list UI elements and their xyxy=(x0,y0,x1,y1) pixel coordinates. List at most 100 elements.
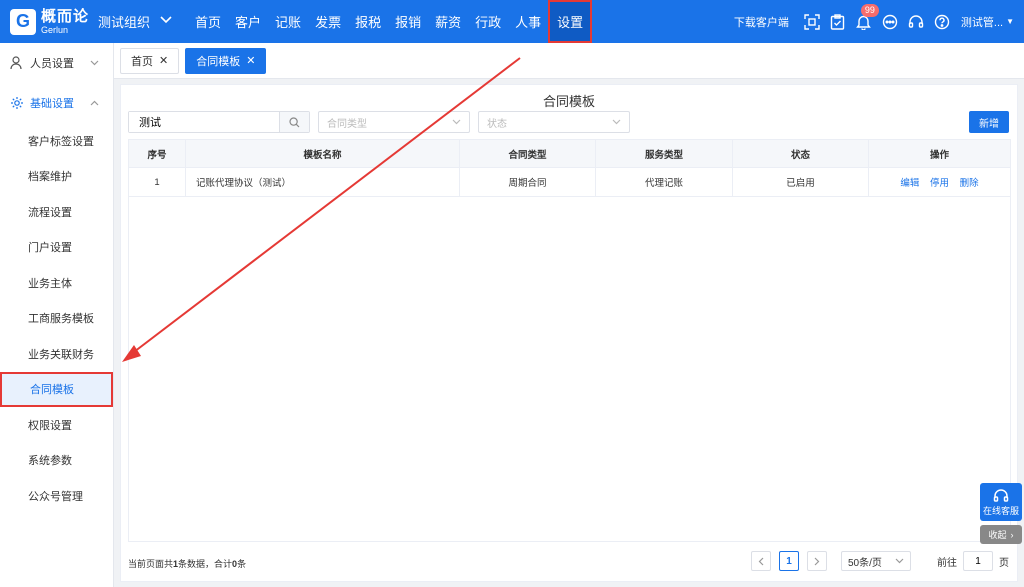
summary-text: 当前页面共 xyxy=(128,559,174,569)
brand-logo[interactable]: G 概而论 Gerlun xyxy=(10,7,98,35)
page-size-select[interactable]: 50条/页 xyxy=(841,551,911,571)
record-summary: 当前页面共1条数据，合计0条 xyxy=(128,557,246,570)
select-placeholder: 合同类型 xyxy=(327,118,367,130)
sidebar-group-basic[interactable]: 基础设置 xyxy=(0,83,113,123)
filter-bar: 合同类型 状态 xyxy=(128,111,630,133)
chevron-up-icon xyxy=(90,98,99,108)
tab-contract-template[interactable]: 合同模板 ✕ xyxy=(185,47,267,74)
sidebar-item-workflow[interactable]: 流程设置 xyxy=(0,194,113,230)
brand-name: 概而论 xyxy=(41,7,90,25)
prev-page-button[interactable] xyxy=(751,551,771,571)
headset-icon xyxy=(993,488,1009,502)
summary-text: 条数据，合计 xyxy=(178,559,233,569)
sidebar-item-portal[interactable]: 门户设置 xyxy=(0,230,113,266)
online-service-label: 在线客服 xyxy=(982,505,1019,516)
sidebar-item-official-account[interactable]: 公众号管理 xyxy=(0,478,113,514)
nav-bookkeeping[interactable]: 记账 xyxy=(268,0,308,43)
pagination: 1 50条/页 前往 页 xyxy=(751,551,1009,571)
chevron-down-icon xyxy=(160,16,172,27)
main-nav: 首页 客户 记账 发票 报税 报销 薪资 行政 人事 设置 xyxy=(188,0,593,43)
top-bar: G 概而论 Gerlun 测试组织 首页 客户 记账 发票 报税 报销 薪资 行… xyxy=(0,0,1024,43)
sidebar-group-personnel[interactable]: 人员设置 xyxy=(0,43,113,83)
user-menu[interactable]: 测试管... xyxy=(961,14,1003,30)
download-client-link[interactable]: 下载客户端 xyxy=(734,14,789,30)
caret-down-icon[interactable]: ▼ xyxy=(1006,17,1014,26)
chevron-down-icon xyxy=(612,119,621,125)
chevron-right-icon: › xyxy=(1010,529,1014,540)
goto-page-input[interactable] xyxy=(963,551,993,571)
cell-index: 1 xyxy=(128,167,186,197)
brand-name-en: Gerlun xyxy=(41,24,69,35)
col-index: 序号 xyxy=(128,139,186,168)
page-unit-label: 页 xyxy=(999,557,1009,569)
notification-badge: 99 xyxy=(860,3,879,17)
tab-home[interactable]: 首页 ✕ xyxy=(120,47,180,74)
table-row: 1 记账代理协议（测试） 周期合同 代理记账 已启用 编辑 停用 删除 xyxy=(128,167,1011,197)
cell-service-type: 代理记账 xyxy=(595,167,733,197)
next-page-button[interactable] xyxy=(807,551,827,571)
tab-label: 首页 xyxy=(131,55,153,68)
nav-payroll[interactable]: 薪资 xyxy=(428,0,468,43)
chevron-left-icon xyxy=(758,557,764,565)
nav-reimbursement[interactable]: 报销 xyxy=(388,0,428,43)
sidebar-item-system-params[interactable]: 系统参数 xyxy=(0,443,113,479)
sidebar-item-archives[interactable]: 档案维护 xyxy=(0,159,113,195)
collapse-label: 收起 xyxy=(988,530,1007,540)
chevron-down-icon xyxy=(895,558,904,564)
help-icon[interactable] xyxy=(933,13,951,31)
nav-home[interactable]: 首页 xyxy=(188,0,228,43)
user-icon xyxy=(10,56,22,70)
nav-hr[interactable]: 人事 xyxy=(508,0,548,43)
select-placeholder: 状态 xyxy=(487,118,507,130)
status-select[interactable]: 状态 xyxy=(478,111,630,133)
page-number[interactable]: 1 xyxy=(779,551,799,571)
cell-actions: 编辑 停用 删除 xyxy=(868,167,1011,197)
search-input[interactable] xyxy=(129,112,279,132)
gear-icon xyxy=(11,97,23,109)
col-status: 状态 xyxy=(732,139,869,168)
template-table: 序号 模板名称 合同类型 服务类型 状态 操作 1 记账代理协议（测试） 周期合… xyxy=(128,139,1011,197)
sidebar-group-label: 人员设置 xyxy=(30,58,74,70)
sidebar-item-finance-link[interactable]: 业务关联财务 xyxy=(0,336,113,372)
chevron-down-icon xyxy=(452,119,461,125)
nav-tax[interactable]: 报税 xyxy=(348,0,388,43)
online-service-button[interactable]: 在线客服 xyxy=(980,483,1022,521)
col-name: 模板名称 xyxy=(185,139,460,168)
headset-icon[interactable] xyxy=(907,13,925,31)
tab-label: 合同模板 xyxy=(196,55,241,68)
nav-settings[interactable]: 设置 xyxy=(548,0,593,43)
close-icon[interactable]: ✕ xyxy=(159,54,168,67)
disable-link[interactable]: 停用 xyxy=(930,178,949,189)
sidebar-item-business-entity[interactable]: 业务主体 xyxy=(0,265,113,301)
sidebar-item-service-template[interactable]: 工商服务模板 xyxy=(0,301,113,337)
scan-icon[interactable] xyxy=(803,13,821,31)
collapse-button[interactable]: 收起 › xyxy=(980,525,1022,544)
add-template-button[interactable]: 新增 xyxy=(969,111,1009,133)
sidebar-item-contract-template[interactable]: 合同模板 xyxy=(0,371,113,407)
sidebar-group-label: 基础设置 xyxy=(30,98,74,110)
page-tabs: 首页 ✕ 合同模板 ✕ xyxy=(114,43,1024,79)
page-jump: 前往 页 xyxy=(937,551,1009,571)
close-icon[interactable]: ✕ xyxy=(246,54,255,67)
edit-link[interactable]: 编辑 xyxy=(900,178,919,189)
delete-link[interactable]: 删除 xyxy=(960,178,979,189)
search-button[interactable] xyxy=(279,112,309,132)
summary-text: 条 xyxy=(237,559,247,569)
nav-invoices[interactable]: 发票 xyxy=(308,0,348,43)
logo-icon: G xyxy=(10,8,36,35)
table-header-row: 序号 模板名称 合同类型 服务类型 状态 操作 xyxy=(128,139,1011,168)
chat-icon[interactable] xyxy=(881,13,899,31)
col-contract-type: 合同类型 xyxy=(459,139,596,168)
col-actions: 操作 xyxy=(868,139,1011,168)
contract-type-select[interactable]: 合同类型 xyxy=(318,111,470,133)
nav-admin[interactable]: 行政 xyxy=(468,0,508,43)
sidebar-item-customer-tags[interactable]: 客户标签设置 xyxy=(0,123,113,159)
bell-icon[interactable]: 99 xyxy=(855,3,879,31)
nav-customers[interactable]: 客户 xyxy=(228,0,268,43)
clipboard-icon[interactable] xyxy=(829,13,847,31)
cell-name: 记账代理协议（测试） xyxy=(185,167,460,197)
sidebar-item-permissions[interactable]: 权限设置 xyxy=(0,407,113,443)
org-switcher[interactable]: 测试组织 xyxy=(98,12,172,31)
chevron-down-icon xyxy=(90,58,99,68)
sidebar: 人员设置 基础设置 客户标签设置 档案维护 流程设置 门户设置 业务主体 工商服… xyxy=(0,43,114,587)
